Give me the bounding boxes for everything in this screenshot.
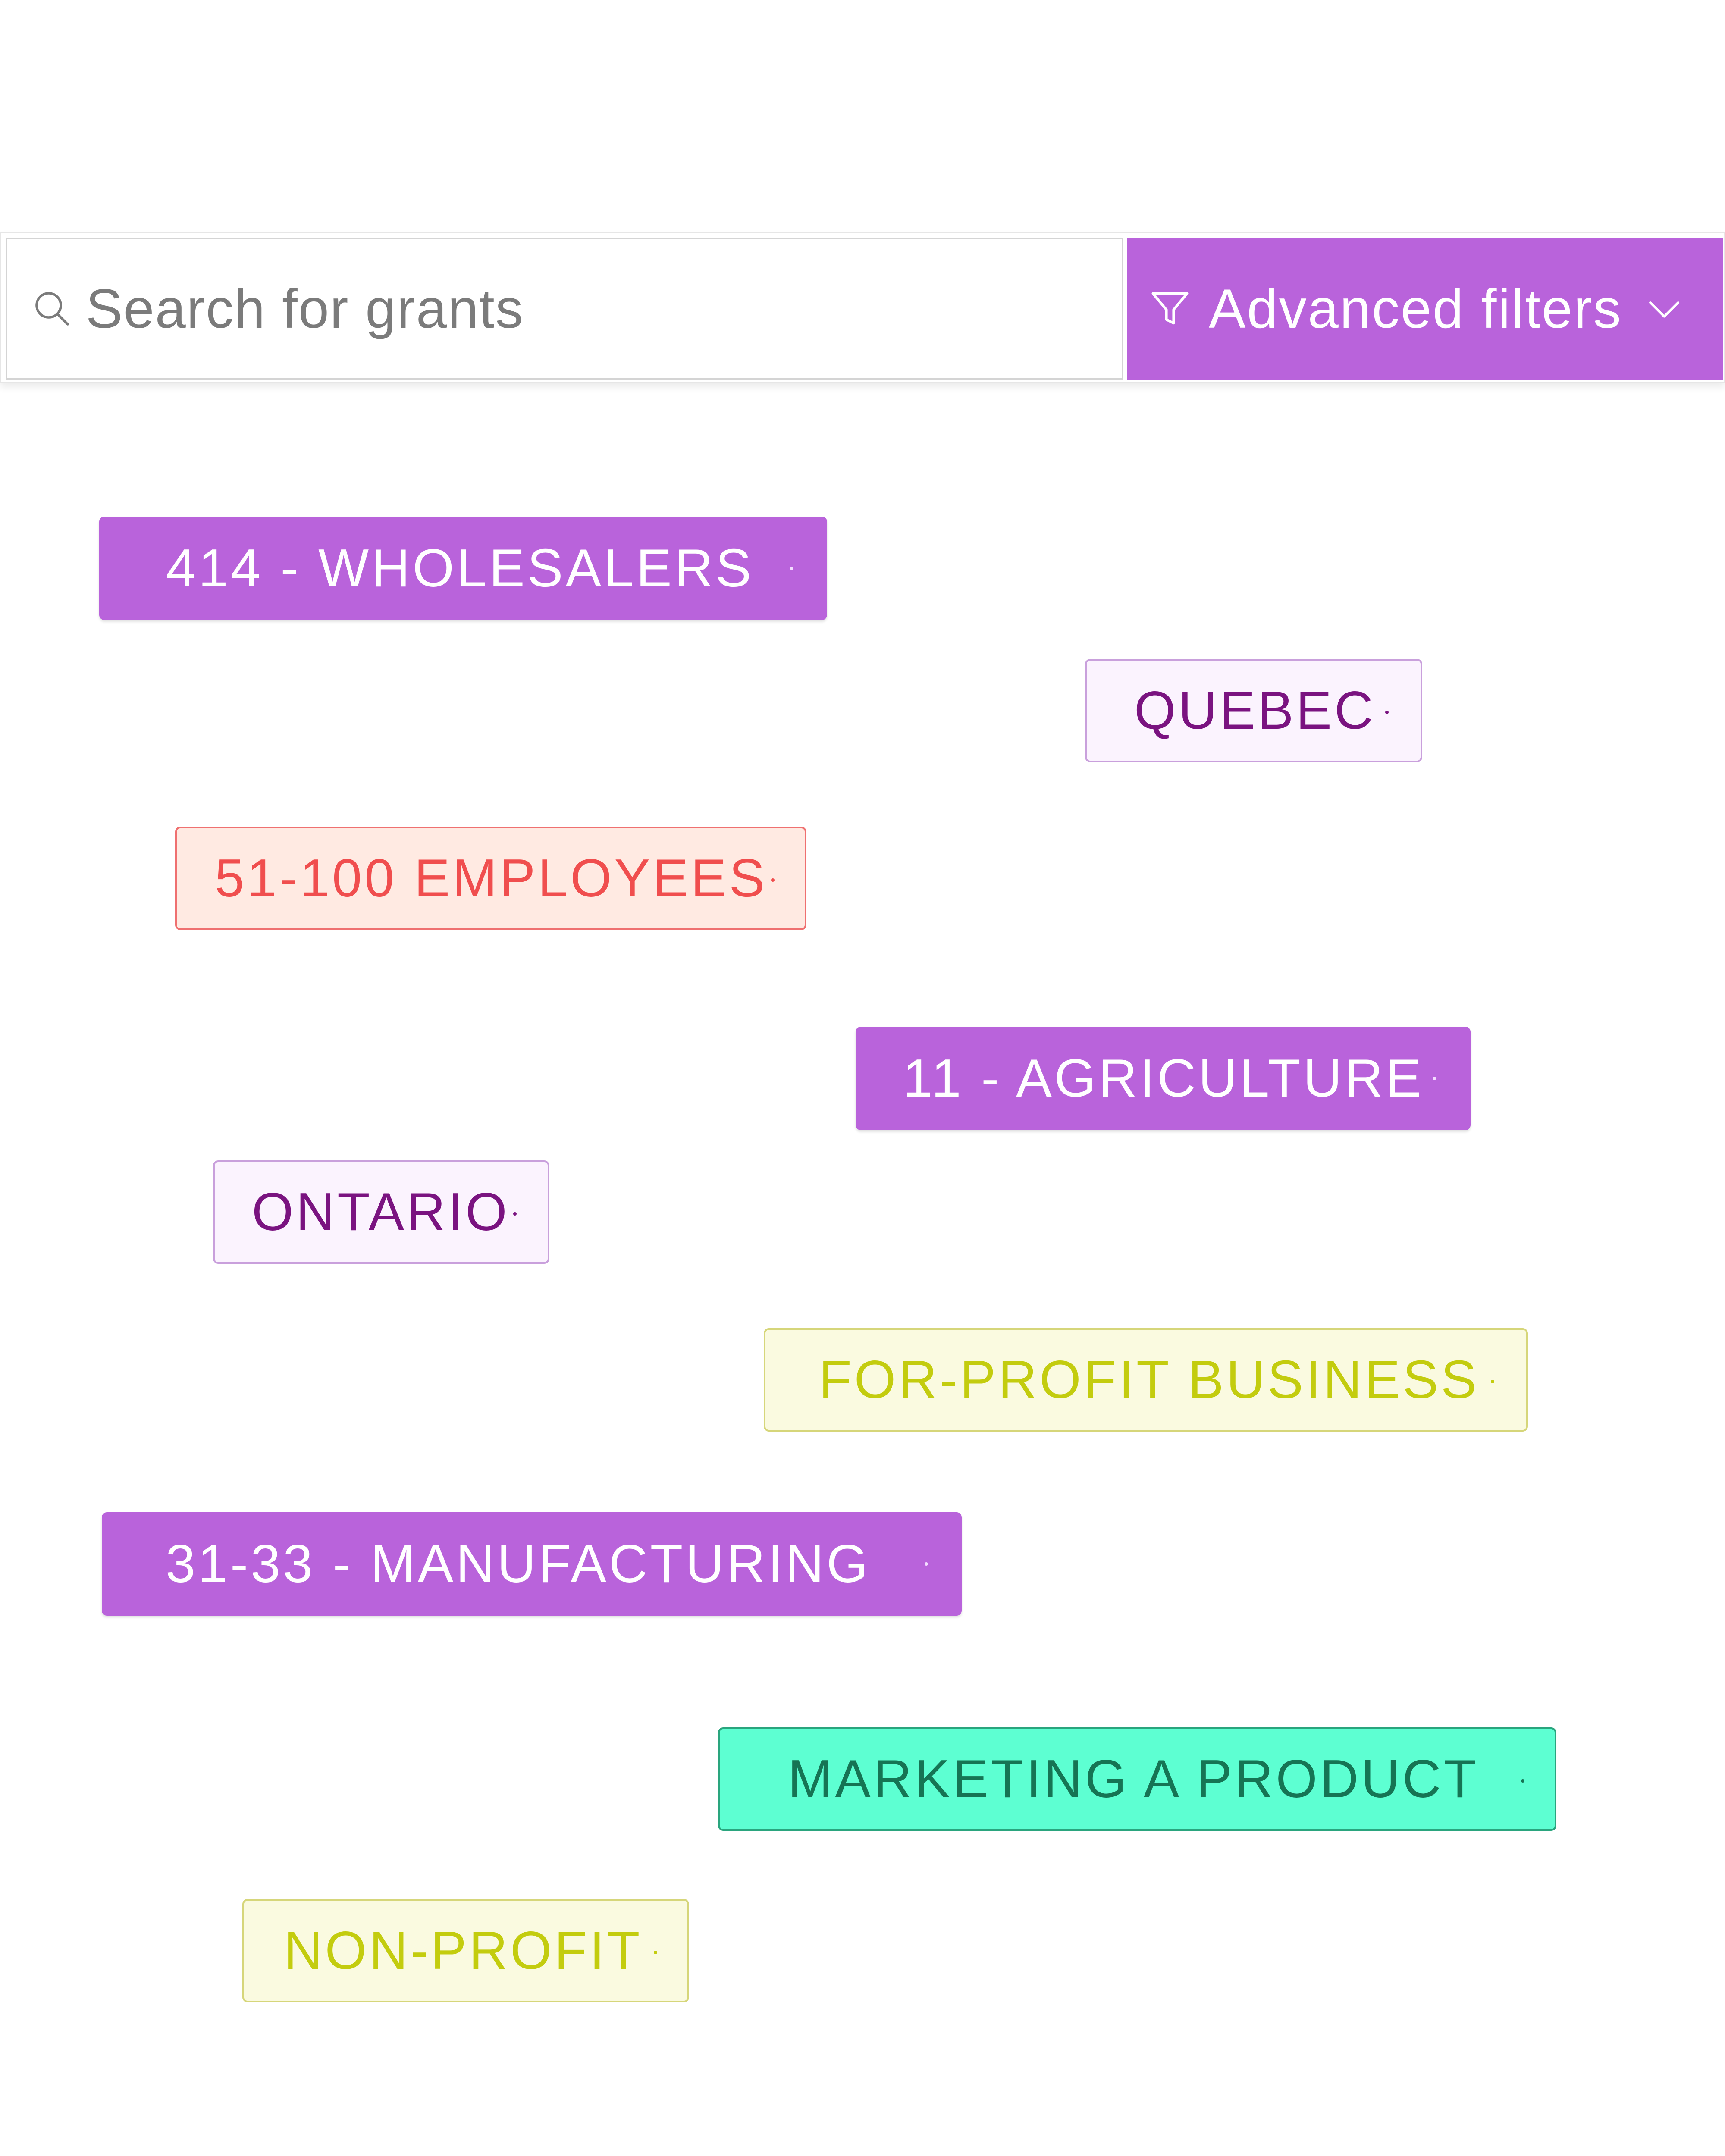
advanced-filters-button[interactable]: Advanced filters (1127, 238, 1723, 380)
tag-dot (790, 567, 794, 570)
tag-label: 11 - AGRICULTURE (903, 1049, 1424, 1108)
chevron-down-icon[interactable] (1646, 290, 1683, 327)
tag-for-profit-business[interactable]: FOR-PROFIT BUSINESS (764, 1328, 1528, 1432)
tag-dot (1521, 1779, 1524, 1783)
tag-dot (1491, 1380, 1494, 1383)
tag-label: NON-PROFIT (284, 1921, 643, 1981)
tag-ontario[interactable]: ONTARIO (213, 1160, 549, 1264)
tag-non-profit[interactable]: NON-PROFIT (242, 1899, 689, 2002)
tag-label: MARKETING A PRODUCT (788, 1749, 1479, 1809)
tag-employees[interactable]: 51-100 EMPLOYEES (175, 827, 806, 930)
tag-label: ONTARIO (252, 1182, 510, 1242)
tag-manufacturing[interactable]: 31-33 - MANUFACTURING (102, 1512, 962, 1616)
tag-dot (654, 1951, 657, 1954)
tag-agriculture[interactable]: 11 - AGRICULTURE (856, 1027, 1471, 1130)
search-field[interactable] (6, 238, 1123, 380)
tag-wholesalers[interactable]: 414 - WHOLESALERS (99, 517, 827, 620)
tag-label: 31-33 - MANUFACTURING (166, 1534, 871, 1594)
search-bar: Advanced filters (0, 232, 1725, 383)
tag-quebec[interactable]: QUEBEC (1085, 659, 1422, 762)
tag-dot (1385, 711, 1389, 714)
tag-dot (1433, 1077, 1436, 1080)
tag-label: FOR-PROFIT BUSINESS (819, 1350, 1479, 1410)
tag-marketing-a-product[interactable]: MARKETING A PRODUCT (718, 1727, 1556, 1831)
tag-label: 51-100 EMPLOYEES (215, 849, 768, 908)
tag-label: 414 - WHOLESALERS (166, 539, 754, 598)
tag-label: QUEBEC (1134, 681, 1376, 740)
search-icon (35, 292, 69, 326)
tag-dot (771, 878, 775, 882)
tag-dot (513, 1212, 517, 1216)
search-input[interactable] (86, 266, 1035, 352)
advanced-filters-label: Advanced filters (1209, 278, 1622, 340)
tag-dot (925, 1562, 928, 1566)
filter-icon (1151, 292, 1189, 325)
